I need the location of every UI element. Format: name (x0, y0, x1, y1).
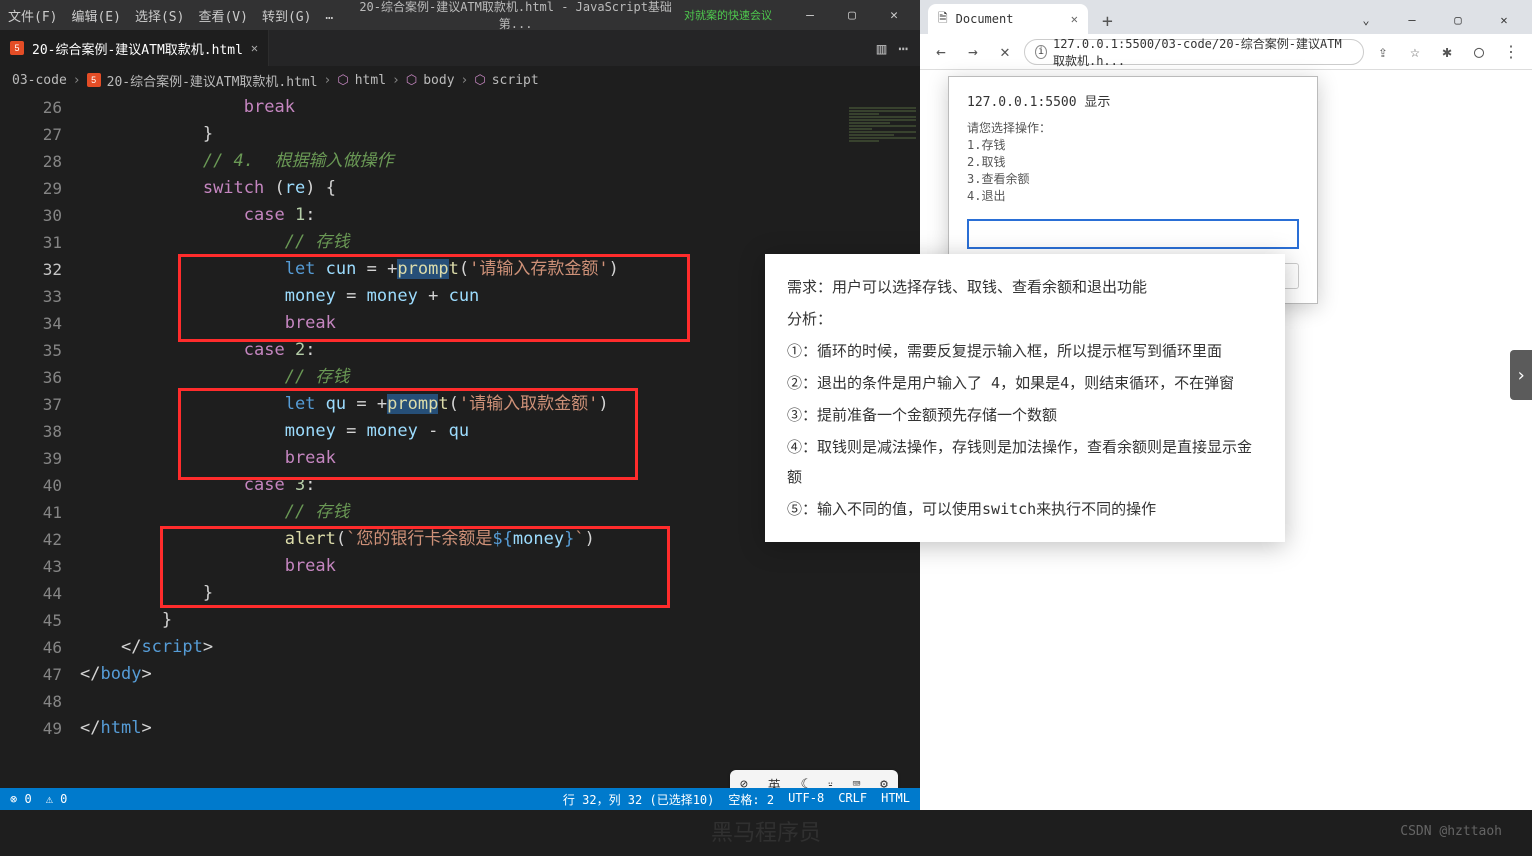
menu-goto[interactable]: 转到(G) (262, 6, 311, 25)
req-point: ③：提前准备一个金额预先存储一个数额 (787, 400, 1263, 430)
profile-icon[interactable]: ◯ (1466, 42, 1492, 61)
dialog-title: 127.0.0.1:5500 显示 (967, 91, 1299, 110)
menu-icon[interactable]: ⋮ (1498, 42, 1524, 61)
dialog-body: 请您选择操作： 1.存钱 2.取钱 3.查看余额 4.退出 (967, 120, 1299, 205)
symbol-icon: ⬡ (474, 73, 485, 88)
req-point: ①：循环的时候，需要反复提示输入框，所以提示框写到循环里面 (787, 336, 1263, 366)
menu-edit[interactable]: 编辑(E) (71, 6, 120, 25)
tab-label: 20-综合案例-建议ATM取款机.html (32, 39, 243, 58)
status-lang[interactable]: HTML (881, 791, 910, 808)
split-editor-icon[interactable]: ▥ (877, 39, 887, 58)
window-title: 20-综合案例-建议ATM取款机.html - JavaScript基础第... (347, 0, 684, 32)
statusbar: ⊗ 0 ⚠ 0 行 32，列 32 (已选择10) 空格: 2 UTF-8 CR… (0, 788, 920, 810)
side-expand-button[interactable]: › (1510, 350, 1532, 400)
close-tab-icon[interactable]: ✕ (1071, 12, 1078, 26)
titlebar: 文件(F) 编辑(E) 选择(S) 查看(V) 转到(G) … 20-综合案例-… (0, 0, 920, 30)
bookmark-icon[interactable]: ☆ (1402, 42, 1428, 61)
url-text: 127.0.0.1:5500/03-code/20-综合案例-建议ATM取款机.… (1053, 35, 1353, 69)
close-tab-icon[interactable]: ✕ (251, 41, 258, 55)
status-errors[interactable]: ⊗ 0 (10, 792, 32, 806)
browser-tab-title: Document (956, 12, 1014, 26)
back-button[interactable]: ← (928, 42, 954, 61)
status-encoding[interactable]: UTF-8 (788, 791, 824, 808)
crumb-html[interactable]: html (355, 73, 386, 88)
html-file-icon: 5 (87, 73, 101, 87)
address-bar[interactable]: i 127.0.0.1:5500/03-code/20-综合案例-建议ATM取款… (1024, 39, 1364, 65)
browser-window: 🗎 Document ✕ + ⌄ — ▢ ✕ ← → ✕ i 127.0.0.1… (920, 0, 1532, 810)
symbol-icon: ⬡ (337, 73, 348, 88)
req-point: ②：退出的条件是用户输入了 4，如果是4，则结束循环，不在弹窗 (787, 368, 1263, 398)
watermark: 黑马程序员 CSDN @hzttaoh (0, 806, 1532, 856)
forward-button[interactable]: → (960, 42, 986, 61)
maximize-button[interactable]: ▢ (834, 1, 870, 29)
req-title: 需求：用户可以选择存钱、取钱、查看余额和退出功能 (787, 272, 1263, 302)
page-favicon: 🗎 (938, 9, 948, 30)
status-warnings[interactable]: ⚠ 0 (46, 792, 68, 806)
extensions-icon[interactable]: ✱ (1434, 42, 1460, 61)
crumb-file[interactable]: 20-综合案例-建议ATM取款机.html (107, 71, 318, 90)
browser-tab[interactable]: 🗎 Document ✕ (928, 4, 1088, 34)
prompt-input[interactable] (967, 219, 1299, 249)
line-number-gutter: 2627282930313233343536373839404142434445… (0, 94, 80, 766)
tabbar: 5 20-综合案例-建议ATM取款机.html ✕ ▥ ⋯ (0, 30, 920, 66)
crumb-body[interactable]: body (423, 73, 454, 88)
minimize-button[interactable]: — (1392, 6, 1432, 34)
menu-select[interactable]: 选择(S) (135, 6, 184, 25)
symbol-icon: ⬡ (406, 73, 417, 88)
more-actions-icon[interactable]: ⋯ (898, 39, 908, 58)
watermark-center: 黑马程序员 (711, 815, 821, 847)
menu-file[interactable]: 文件(F) (8, 6, 57, 25)
editor-tab[interactable]: 5 20-综合案例-建议ATM取款机.html ✕ (0, 30, 269, 66)
site-info-icon[interactable]: i (1035, 45, 1047, 59)
req-point: ④：取钱则是减法操作，存钱则是加法操作，查看余额则是直接显示金额 (787, 432, 1263, 492)
minimize-button[interactable]: — (792, 1, 828, 29)
meeting-indicator: 对就案的快速会议 (684, 7, 772, 23)
browser-toolbar: ← → ✕ i 127.0.0.1:5500/03-code/20-综合案例-建… (920, 34, 1532, 70)
crumb-folder[interactable]: 03-code (12, 73, 67, 88)
browser-tabstrip: 🗎 Document ✕ + ⌄ — ▢ ✕ (920, 0, 1532, 34)
menu-view[interactable]: 查看(V) (198, 6, 247, 25)
stop-button[interactable]: ✕ (992, 42, 1018, 61)
crumb-script[interactable]: script (492, 73, 539, 88)
status-cursor[interactable]: 行 32，列 32 (已选择10) (563, 791, 714, 808)
close-button[interactable]: ✕ (1484, 6, 1524, 34)
req-point: ⑤：输入不同的值，可以使用switch来执行不同的操作 (787, 494, 1263, 524)
browser-content: 127.0.0.1:5500 显示 请您选择操作： 1.存钱 2.取钱 3.查看… (920, 70, 1532, 810)
breadcrumb[interactable]: 03-code › 5 20-综合案例-建议ATM取款机.html › ⬡ ht… (0, 66, 920, 94)
req-analysis: 分析： (787, 304, 1263, 334)
close-button[interactable]: ✕ (876, 1, 912, 29)
share-icon[interactable]: ⇪ (1370, 42, 1396, 61)
new-tab-button[interactable]: + (1096, 9, 1119, 34)
status-eol[interactable]: CRLF (838, 791, 867, 808)
maximize-button[interactable]: ▢ (1438, 6, 1478, 34)
requirements-panel: 需求：用户可以选择存钱、取钱、查看余额和退出功能 分析： ①：循环的时候，需要反… (765, 254, 1285, 542)
chevron-down-icon[interactable]: ⌄ (1346, 6, 1386, 34)
watermark-right: CSDN @hzttaoh (1400, 824, 1502, 839)
status-spaces[interactable]: 空格: 2 (728, 791, 774, 808)
menu-more[interactable]: … (325, 8, 333, 23)
html-file-icon: 5 (10, 41, 24, 55)
